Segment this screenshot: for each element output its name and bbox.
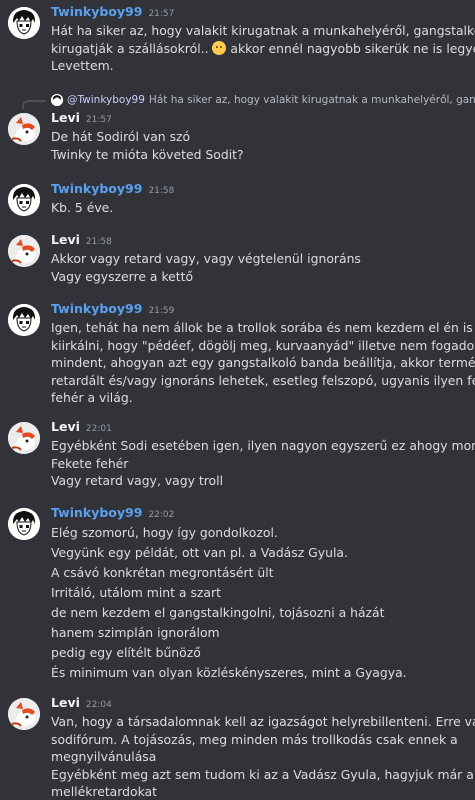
author-name[interactable]: Twinkyboy99	[51, 301, 142, 316]
author-name[interactable]: Twinkyboy99	[51, 505, 142, 520]
author-name[interactable]: Twinkyboy99	[51, 4, 142, 19]
avatar-fox-character-icon	[8, 113, 40, 145]
message-line: kiirkálni, hogy "pédéef, dögölj meg, kur…	[51, 337, 475, 353]
avatar-fox-character-icon	[8, 698, 40, 730]
author-name[interactable]: Levi	[51, 695, 80, 710]
avatar[interactable]	[8, 7, 40, 39]
message-line: Hát ha siker az, hogy valakit kirugatnak…	[51, 23, 475, 38]
timestamp: 21:57	[85, 115, 112, 125]
avatar[interactable]	[8, 184, 40, 216]
message-group: Twinkyboy99 21:59 Igen, tehát ha nem áll…	[0, 301, 475, 407]
message-line: Van, hogy a társadalomnak kell az igazsá…	[51, 714, 475, 729]
message-group: Levi 21:58 Akkor vagy retard vagy, vagy …	[0, 232, 475, 285]
timestamp: 22:01	[85, 424, 112, 434]
message-line: Levettem.	[51, 58, 114, 73]
timestamp: 22:02	[148, 510, 175, 520]
message-text: kirugatják a szállásokról..	[51, 40, 213, 56]
avatar[interactable]	[8, 508, 40, 540]
timestamp: 21:58	[85, 237, 112, 247]
message-line: Vagy retard vagy, vagy troll	[51, 473, 224, 488]
confused-face-emoji-icon	[212, 40, 227, 55]
message-line: Twinky te mióta követed Sodit?	[51, 146, 244, 162]
message-line: hanem szimplán ignorálom	[51, 625, 220, 640]
timestamp: 21:58	[148, 186, 175, 196]
message-line: kirugatják a szállásokról.. akkor ennél …	[51, 40, 475, 58]
message-text: akkor ennél nagyobb sikerük ne is legyen…	[226, 40, 475, 56]
message-line: És minimum van olyan közléskényszeres, m…	[51, 665, 407, 680]
message-group: Twinkyboy99 21:57 Hát ha siker az, hogy …	[0, 4, 475, 75]
message-line: Akkor vagy retard vagy, vagy végtelenül …	[51, 251, 361, 266]
message-line: Vegyünk egy példát, ott van pl. a Vadász…	[51, 545, 348, 560]
author-name[interactable]: Levi	[51, 419, 80, 434]
message-line: Igen, tehát ha nem állok be a trollok so…	[51, 320, 475, 335]
author-name[interactable]: Levi	[51, 232, 80, 247]
message-group: Levi 21:57 De hát Sodiról van szó Twinky…	[0, 110, 475, 163]
message-group: Twinkyboy99 21:58 Kb. 5 éve.	[0, 181, 475, 217]
avatar[interactable]	[8, 698, 40, 730]
avatar-anime-boy-icon	[8, 184, 40, 216]
message-line: mellékretardokat	[51, 784, 158, 799]
avatar-anime-boy-icon	[8, 304, 40, 336]
avatar-anime-boy-icon	[8, 7, 40, 39]
message-line: pedig egy elítélt bűnöző	[51, 645, 201, 660]
author-name[interactable]: Twinkyboy99	[51, 181, 142, 196]
timestamp: 21:57	[148, 9, 175, 19]
message-group: Levi 22:04 Van, hogy a társadalomnak kel…	[0, 695, 475, 800]
author-name[interactable]: Levi	[51, 110, 80, 125]
chat-messages: Twinkyboy99 21:57 Hát ha siker az, hogy …	[0, 0, 475, 800]
message-line: mindent, ahogyan azt egy gangstalkoló ba…	[51, 355, 475, 370]
message-line: Elég szomorú, hogy így gondolkozol.	[51, 525, 278, 540]
message-group: Levi 22:01 Egyébként Sodi esetében igen,…	[0, 419, 475, 490]
message-line: A csávó konkrétan megrontásért ült	[51, 565, 274, 580]
timestamp: 22:04	[85, 700, 112, 710]
reply-mention[interactable]: @Twinkyboy99	[67, 94, 145, 106]
message-line: Vagy egyszerre a kettő	[51, 268, 194, 284]
message-line: de nem kezdem el gangstalkingolni, tojás…	[51, 605, 385, 620]
avatar[interactable]	[8, 113, 40, 145]
reply-preview[interactable]: @Twinkyboy99 Hát ha siker az, hogy valak…	[0, 91, 475, 109]
avatar-fox-character-icon	[8, 235, 40, 267]
avatar-anime-boy-icon	[8, 508, 40, 540]
message-line: Kb. 5 éve.	[51, 200, 114, 215]
message-line: sodifórum. A tojásozás, meg minden más t…	[51, 731, 458, 747]
message-line: Egyébként Sodi esetében igen, ilyen nagy…	[51, 438, 475, 453]
message-line: fehér a világ.	[51, 390, 133, 405]
message-group: Twinkyboy99 22:02 Elég szomorú, hogy így…	[0, 505, 475, 683]
message-line: De hát Sodiról van szó	[51, 129, 191, 144]
timestamp: 21:59	[148, 306, 175, 316]
reply-spine	[22, 100, 46, 109]
message-line: Irritáló, utálom mint a szart	[51, 585, 221, 600]
reply-text: Hát ha siker az, hogy valakit kirugatnak…	[148, 94, 475, 106]
message-line: megnyilvánulása	[51, 749, 157, 764]
reply-avatar	[51, 94, 63, 106]
message-line: Egyébként meg azt sem tudom ki az a Vadá…	[51, 766, 474, 782]
avatar[interactable]	[8, 304, 40, 336]
message-line: Fekete fehér	[51, 455, 129, 471]
avatar[interactable]	[8, 235, 40, 267]
avatar[interactable]	[8, 422, 40, 454]
avatar-fox-character-icon	[8, 422, 40, 454]
message-line: retardált és/vagy ignoráns lehetek, eset…	[51, 372, 475, 388]
